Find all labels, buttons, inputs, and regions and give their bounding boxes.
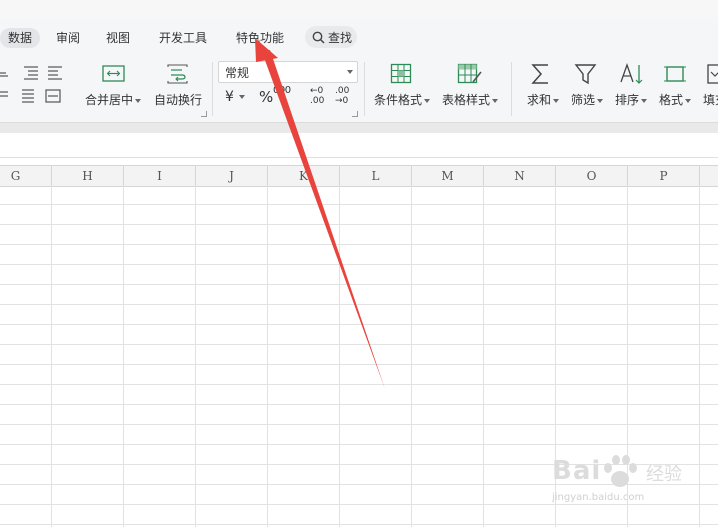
tab-review[interactable]: 审阅 <box>56 28 80 48</box>
wrap-text-icon <box>167 64 188 84</box>
column-header-h[interactable]: H <box>52 166 124 186</box>
sort-icon <box>620 63 643 84</box>
grid-row-line <box>0 404 718 405</box>
column-header-o[interactable]: O <box>556 166 628 186</box>
filter-icon <box>574 64 597 85</box>
ribbon-separator <box>364 62 365 116</box>
grid-row-line <box>0 224 718 225</box>
increase-decimal-button[interactable]: ←0 .00 <box>310 86 330 106</box>
title-bar <box>0 0 718 19</box>
alignment-buttons[interactable] <box>0 64 70 108</box>
ribbon-tabs: 数据 审阅 视图 开发工具 特色功能 <box>0 18 718 56</box>
sum-button[interactable]: 求和 <box>527 91 560 108</box>
thousands-separator-button[interactable]: 000 <box>273 85 291 96</box>
search-button[interactable]: 查找 <box>305 26 357 48</box>
tab-data[interactable]: 数据 <box>0 28 41 48</box>
filter-button[interactable]: 筛选 <box>571 91 604 108</box>
column-header-g[interactable]: G <box>0 166 52 186</box>
currency-button[interactable]: ¥ <box>225 89 245 105</box>
grid-row-line <box>0 284 718 285</box>
percent-button[interactable]: % <box>259 88 273 106</box>
grid-column-line <box>123 186 124 527</box>
grid-column-line <box>267 186 268 527</box>
grid-column-line <box>195 186 196 527</box>
grid-row-line <box>0 384 718 385</box>
grid-row-line <box>0 484 718 485</box>
formula-bar[interactable] <box>0 133 718 158</box>
search-icon <box>312 31 325 44</box>
fill-button[interactable]: 填充 <box>703 91 718 108</box>
grid-row-line <box>0 204 718 205</box>
conditional-format-icon <box>390 63 412 84</box>
cell-grid[interactable] <box>0 186 718 527</box>
ribbon-separator <box>511 62 512 116</box>
ribbon-shadow <box>0 123 718 133</box>
column-header-p[interactable]: P <box>628 166 700 186</box>
tab-special-features[interactable]: 特色功能 <box>236 28 284 48</box>
column-header-i[interactable]: I <box>124 166 196 186</box>
search-label: 查找 <box>328 30 353 45</box>
column-header-row: G H I J K L M N O P <box>0 165 718 187</box>
fill-icon <box>707 64 718 84</box>
grid-column-line <box>555 186 556 527</box>
tab-developer-tools[interactable]: 开发工具 <box>159 28 207 48</box>
grid-column-line <box>51 186 52 527</box>
number-format-select[interactable]: 常规 <box>218 61 358 83</box>
decrease-decimal-button[interactable]: .00 →0 <box>335 86 355 106</box>
conditional-format-button[interactable]: 条件格式 <box>374 91 431 108</box>
grid-row-line <box>0 264 718 265</box>
alignment-launcher-icon[interactable] <box>201 111 207 117</box>
chevron-down-icon <box>347 70 353 74</box>
column-header-k[interactable]: K <box>268 166 340 186</box>
grid-row-line <box>0 344 718 345</box>
grid-row-line <box>0 504 718 505</box>
grid-row-line <box>0 464 718 465</box>
grid-row-line <box>0 424 718 425</box>
tab-view[interactable]: 视图 <box>106 28 130 48</box>
sum-icon <box>531 64 548 84</box>
grid-column-line <box>411 186 412 527</box>
grid-row-line <box>0 324 718 325</box>
grid-column-line <box>627 186 628 527</box>
column-header-l[interactable]: L <box>340 166 412 186</box>
wrap-text-button[interactable]: 自动换行 <box>154 91 202 108</box>
format-button[interactable]: 格式 <box>659 91 692 108</box>
number-format-value: 常规 <box>225 66 250 80</box>
ribbon-separator <box>212 62 213 116</box>
column-header-n[interactable]: N <box>484 166 556 186</box>
column-header-m[interactable]: M <box>412 166 484 186</box>
table-style-button[interactable]: 表格样式 <box>442 91 499 108</box>
format-icon <box>664 66 686 82</box>
number-launcher-icon[interactable] <box>352 111 358 117</box>
sort-button[interactable]: 排序 <box>615 91 648 108</box>
grid-column-line <box>699 186 700 527</box>
grid-row-line <box>0 444 718 445</box>
column-header-j[interactable]: J <box>196 166 268 186</box>
grid-row-line <box>0 524 718 525</box>
grid-row-line <box>0 304 718 305</box>
table-style-icon <box>457 63 482 84</box>
grid-row-line <box>0 364 718 365</box>
grid-column-line <box>339 186 340 527</box>
merge-center-button[interactable]: 合并居中 <box>85 91 142 108</box>
grid-column-line <box>483 186 484 527</box>
merge-center-icon <box>102 65 125 82</box>
grid-row-line <box>0 244 718 245</box>
